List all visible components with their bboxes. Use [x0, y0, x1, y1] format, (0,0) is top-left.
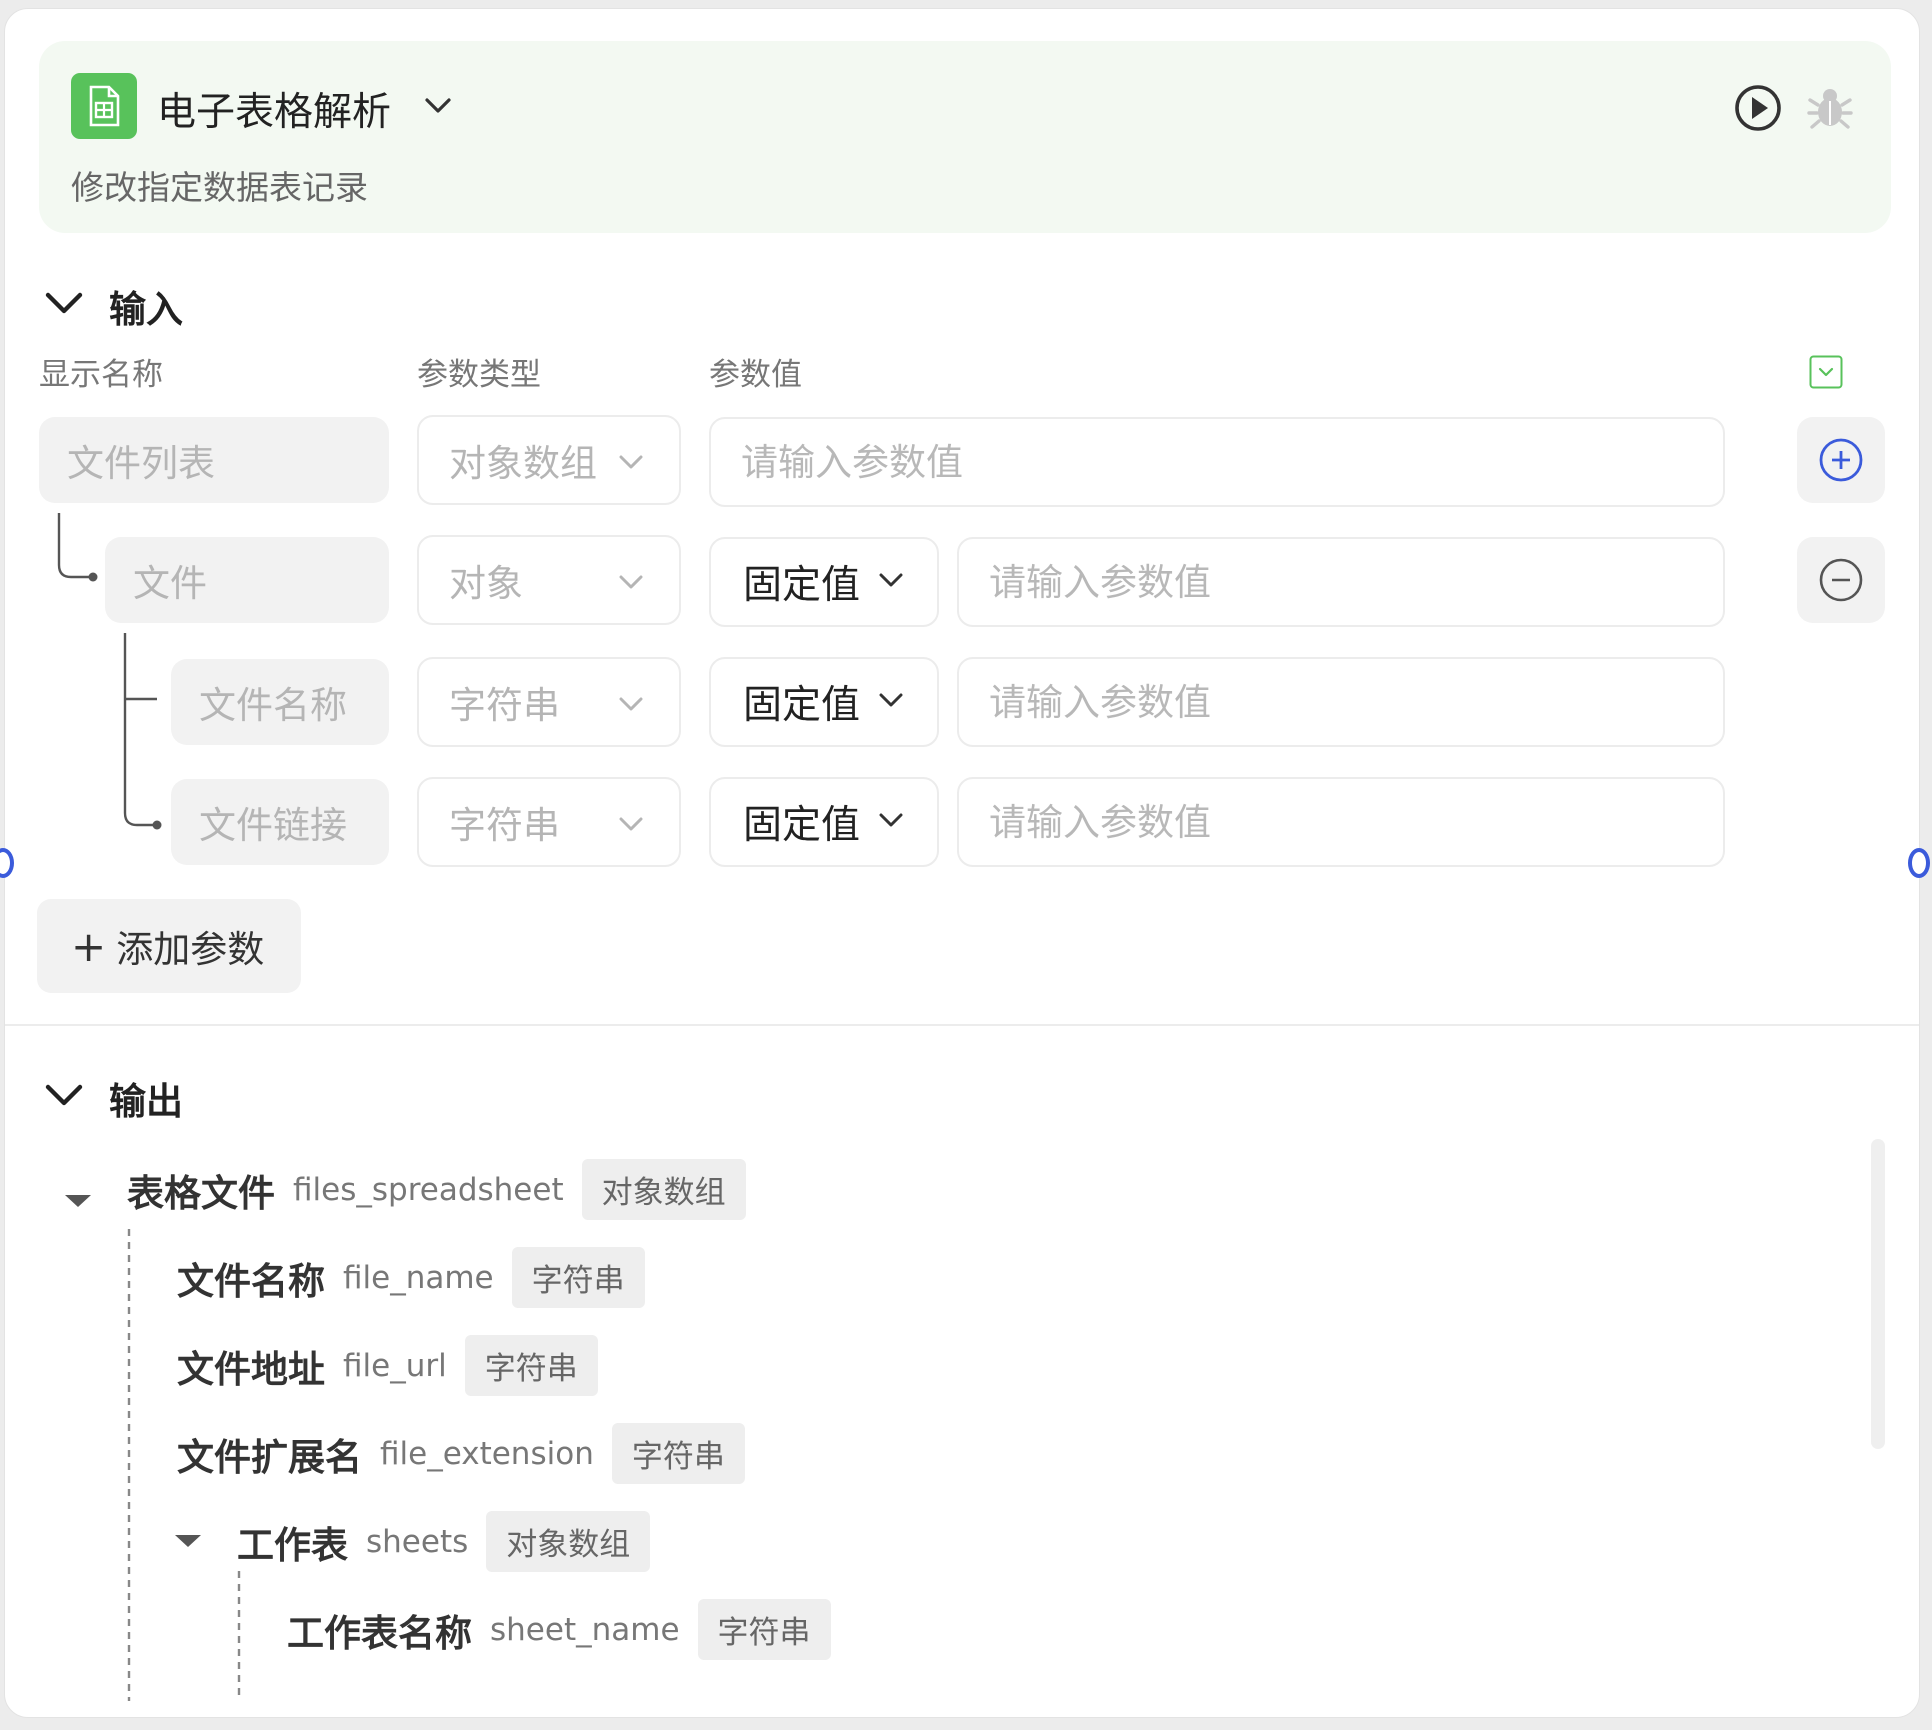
param-type-label: 对象 [449, 562, 523, 605]
chevron-down-icon [619, 817, 643, 831]
minus-circle-icon [1819, 558, 1863, 602]
param-value-input-0[interactable] [709, 417, 1725, 507]
output-item-file-url: 文件地址 file_url 字符串 [177, 1335, 598, 1396]
param-name-3: 文件链接 [171, 779, 389, 865]
chevron-down-icon[interactable] [423, 95, 453, 121]
plus-icon: + [71, 921, 107, 971]
output-key: sheet_name [490, 1611, 680, 1648]
output-name: 表格文件 [127, 1171, 275, 1215]
column-header-value: 参数值 [709, 357, 802, 393]
output-type-badge: 对象数组 [581, 1159, 746, 1220]
chevron-down-icon [619, 455, 643, 469]
caret-down-icon [175, 1535, 201, 1547]
output-item-files-spreadsheet[interactable]: 表格文件 files_spreadsheet 对象数组 [127, 1159, 746, 1220]
param-type-label: 字符串 [449, 684, 560, 727]
output-type-badge: 字符串 [464, 1335, 598, 1396]
remove-row-button[interactable] [1797, 537, 1885, 623]
output-type-badge: 字符串 [611, 1423, 745, 1484]
node-card: 电子表格解析 修改指定数据表记录 输入 显示名称 参数类型 参数值 文件列表 对… [4, 8, 1920, 1718]
param-value-input-2[interactable] [957, 657, 1725, 747]
param-value-input-3[interactable] [957, 777, 1725, 867]
chevron-down-icon [879, 573, 903, 587]
param-type-label: 对象数组 [449, 442, 597, 485]
section-divider [5, 1024, 1919, 1026]
column-header-name: 显示名称 [39, 357, 163, 393]
input-section-title: 输入 [109, 288, 183, 331]
value-mode-label: 固定值 [743, 683, 861, 728]
output-name: 工作表名称 [287, 1611, 472, 1655]
value-mode-select-1[interactable]: 固定值 [709, 537, 939, 627]
column-header-type: 参数类型 [417, 357, 541, 393]
output-type-badge: 对象数组 [486, 1511, 651, 1572]
output-name: 文件扩展名 [177, 1435, 362, 1479]
output-type-badge: 字符串 [511, 1247, 645, 1308]
param-name-2: 文件名称 [171, 659, 389, 745]
add-child-button[interactable] [1797, 417, 1885, 503]
spreadsheet-icon [71, 73, 137, 139]
output-port-handle[interactable] [1908, 848, 1930, 878]
output-name: 文件名称 [177, 1259, 325, 1303]
output-type-badge: 字符串 [697, 1599, 831, 1660]
param-type-select-1[interactable]: 对象 [417, 535, 681, 625]
node-header: 电子表格解析 修改指定数据表记录 [39, 41, 1891, 233]
value-mode-label: 固定值 [743, 803, 861, 848]
param-type-select-0[interactable]: 对象数组 [417, 415, 681, 505]
value-mode-select-2[interactable]: 固定值 [709, 657, 939, 747]
chevron-down-icon [879, 813, 903, 827]
expand-toggle-icon[interactable] [1809, 355, 1843, 393]
output-name: 工作表 [237, 1523, 348, 1567]
output-item-sheet-name: 工作表名称 sheet_name 字符串 [287, 1599, 831, 1660]
output-item-file-name: 文件名称 file_name 字符串 [177, 1247, 645, 1308]
param-type-select-2[interactable]: 字符串 [417, 657, 681, 747]
output-key: file_name [343, 1259, 494, 1296]
output-key: file_extension [380, 1435, 594, 1472]
param-type-select-3[interactable]: 字符串 [417, 777, 681, 867]
value-mode-select-3[interactable]: 固定值 [709, 777, 939, 867]
output-key: files_spreadsheet [293, 1171, 564, 1208]
bug-icon[interactable] [1805, 83, 1855, 137]
param-name-1: 文件 [105, 537, 389, 623]
chevron-down-icon [619, 575, 643, 589]
output-key: file_url [343, 1347, 447, 1384]
output-item-sheets[interactable]: 工作表 sheets 对象数组 [237, 1511, 651, 1572]
node-title[interactable]: 电子表格解析 [157, 81, 391, 137]
output-section-title: 输出 [109, 1080, 183, 1123]
collapse-chevron-icon[interactable] [43, 1081, 85, 1113]
output-key: sheets [366, 1523, 469, 1560]
param-name-0: 文件列表 [39, 417, 389, 503]
output-item-file-extension: 文件扩展名 file_extension 字符串 [177, 1423, 745, 1484]
scrollbar[interactable] [1871, 1139, 1885, 1449]
node-description: 修改指定数据表记录 [71, 168, 368, 207]
play-icon[interactable] [1733, 83, 1783, 137]
output-name: 文件地址 [177, 1347, 325, 1391]
collapse-chevron-icon[interactable] [43, 289, 85, 321]
caret-down-icon [65, 1195, 91, 1207]
chevron-down-icon [619, 697, 643, 711]
add-parameter-button[interactable]: + 添加参数 [37, 899, 301, 993]
param-value-input-1[interactable] [957, 537, 1725, 627]
plus-circle-icon [1819, 438, 1863, 482]
param-type-label: 字符串 [449, 804, 560, 847]
value-mode-label: 固定值 [743, 563, 861, 608]
chevron-down-icon [879, 693, 903, 707]
add-parameter-label: 添加参数 [116, 928, 265, 971]
